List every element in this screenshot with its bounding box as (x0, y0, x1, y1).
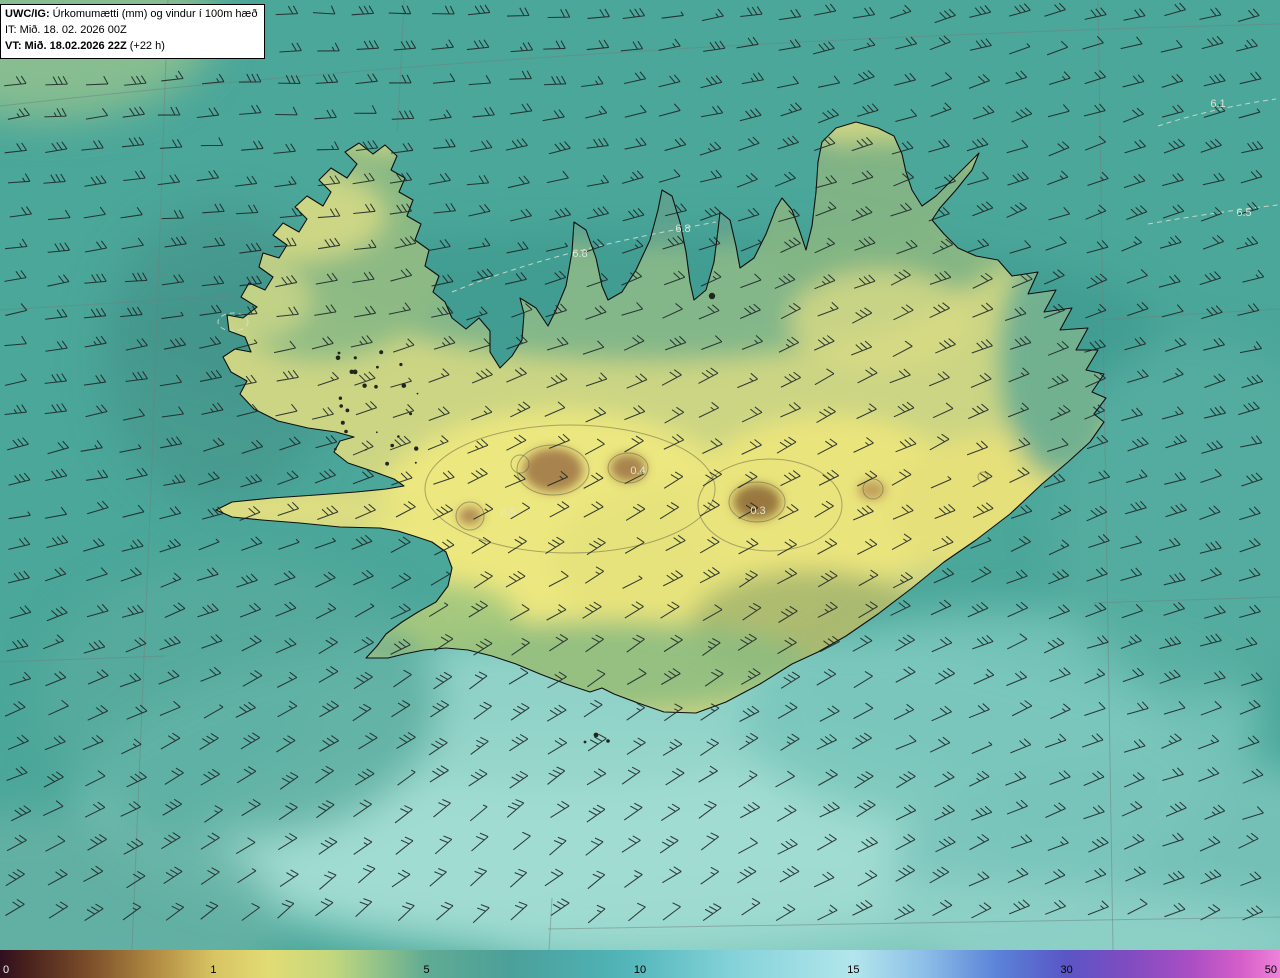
islet (414, 446, 419, 451)
weather-map: 6.8 6.8 6.1 6.5 0.5 0.4 0.3 (0, 0, 1280, 950)
precipitation-colorbar: 0 1 5 10 15 30 50 (0, 950, 1280, 978)
init-time-line: IT: Mið. 18. 02. 2026 00Z (5, 23, 127, 36)
islet (338, 396, 343, 400)
islet (362, 383, 367, 388)
islet (345, 408, 350, 413)
title-line-1: UWC/IG: Úrkomumætti (mm) og vindur í 100… (5, 7, 257, 23)
contour-label: 0.3 (750, 505, 765, 517)
colorbar-tick: 5 (423, 964, 430, 976)
colorbar-tick: 1 (210, 964, 217, 976)
islet (376, 365, 379, 369)
islet (385, 461, 389, 466)
title-text: Úrkomumætti (mm) og vindur í 100m hæð (49, 8, 258, 20)
colorbar-tick: 15 (847, 964, 860, 976)
islet (374, 384, 378, 389)
islet (416, 392, 419, 395)
islet (349, 369, 354, 374)
contour-label: 6.1 (1210, 98, 1225, 110)
islet (409, 412, 413, 416)
islet (414, 461, 417, 464)
islet (344, 429, 348, 434)
valid-time-bold: VT: Mið. 18.02.2026 22Z (5, 39, 127, 52)
islet (397, 435, 400, 438)
islet (353, 356, 357, 360)
contour-label: 0.5 (500, 507, 515, 519)
contour-label: 6.8 (572, 248, 587, 260)
islet (375, 431, 378, 434)
islet (334, 447, 337, 451)
colorbar-tick: 50 (1264, 964, 1277, 976)
islet (337, 351, 341, 355)
title-box: UWC/IG: Úrkomumætti (mm) og vindur í 100… (0, 4, 266, 59)
islet (335, 355, 341, 361)
contour-label: 6.8 (675, 223, 690, 235)
valid-time-line: VT: Mið. 18.02.2026 22Z (+22 h) (5, 39, 257, 55)
islet (399, 362, 403, 367)
islet (340, 420, 345, 425)
colorbar-tick: 0 (3, 964, 10, 976)
island (583, 740, 587, 744)
contour-label: 6.5 (1236, 207, 1251, 219)
colorbar-tick: 10 (633, 964, 647, 976)
islet (390, 443, 395, 448)
islet (339, 404, 344, 408)
island (708, 292, 716, 300)
weather-map-page: 6.8 6.8 6.1 6.5 0.5 0.4 0.3 UWC/IG: Úrkomumætt… (0, 0, 1280, 978)
island (606, 739, 610, 743)
island (593, 732, 599, 738)
model-id-label: UWC/IG: (5, 8, 50, 20)
islet (379, 350, 384, 355)
valid-time-offset: (+22 h) (126, 39, 165, 52)
contour-label: 0.4 (630, 465, 645, 477)
colorbar-tick: 30 (1060, 964, 1073, 976)
